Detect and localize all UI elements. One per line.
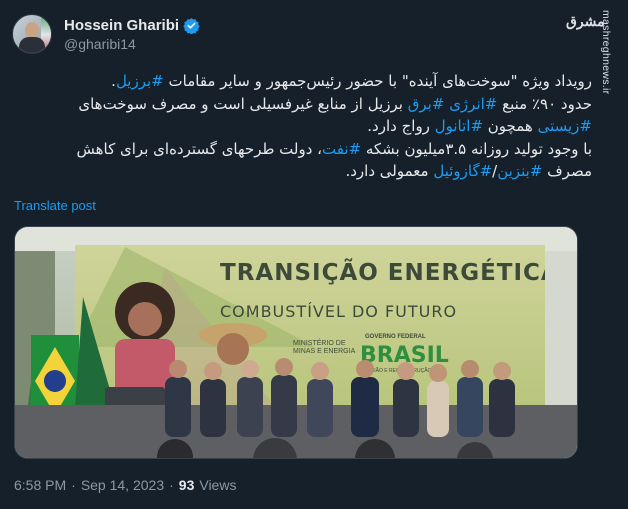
tweet-text-line: مصرف #بنزین/#گازوئیل معمولی دارد. (14, 160, 592, 183)
meta-separator: · (169, 477, 174, 493)
translate-post-link[interactable]: Translate post (14, 198, 96, 213)
tweet-meta: 6:58 PM · Sep 14, 2023 · 93 Views (14, 477, 236, 493)
tweet-text-segment: برزیل از منابع غیرفسیلی است و مصرف سوخت‌… (78, 94, 408, 113)
mashregh-logo: مشرق (566, 14, 605, 30)
verified-badge-icon (183, 17, 200, 34)
author-handle[interactable]: @gharibi14 (64, 36, 200, 52)
hashtag-link[interactable]: #زیستی (538, 117, 592, 135)
tweet-text-segment: مصرف (542, 162, 592, 180)
hashtag-link[interactable]: #انرژی (449, 95, 497, 113)
tweet-text-line: #زیستی همچون #اتانول رواج دارد. (14, 115, 592, 138)
author-names: Hossein Gharibi @gharibi14 (64, 17, 200, 52)
avatar-suit (19, 37, 45, 53)
tweet-text-line: رویداد ویژه "سوخت‌های آینده" با حضور رئی… (14, 70, 592, 93)
post-time[interactable]: 6:58 PM (14, 477, 66, 493)
avatar-face (25, 22, 39, 38)
tweet-text-segment: حدود ۹۰٪ منبع (497, 94, 592, 113)
tweet-text-segment: رواج دارد. (367, 117, 435, 135)
watermark-site-text: mashreghnews.ir (600, 10, 612, 95)
views-count: 93 (178, 477, 195, 493)
author-display-name[interactable]: Hossein Gharibi (64, 17, 179, 34)
tweet-text-line: حدود ۹۰٪ منبع #انرژی #برق برزیل از منابع… (14, 93, 592, 116)
tweet-header: Hossein Gharibi @gharibi14 (12, 12, 200, 56)
author-avatar[interactable] (12, 14, 52, 54)
tweet-text-segment: با وجود تولید روزانه ۳.۵میلیون بشکه (361, 139, 592, 158)
gov-label: GOVERNO FEDERAL (365, 334, 426, 340)
tweet-text-segment: همچون (483, 117, 538, 135)
author-name-row: Hossein Gharibi (64, 17, 200, 34)
event-photo-illustration: TRANSIÇÃO ENERGÉTICA COMBUSTÍVEL DO FUTU… (15, 227, 577, 458)
man-face (217, 333, 249, 365)
banner-title: TRANSIÇÃO ENERGÉTICA (220, 258, 560, 286)
ministry-line1: MINISTÉRIO DE (293, 338, 346, 347)
tweet-text-segment: رویداد ویژه "سوخت‌های آینده" با حضور رئی… (163, 72, 592, 90)
ministry-line2: MINAS E ENERGIA (293, 348, 356, 355)
views-label: Views (199, 477, 237, 493)
hashtag-link[interactable]: #برزیل (116, 72, 164, 90)
post-date[interactable]: Sep 14, 2023 (81, 477, 164, 493)
woman-face (128, 302, 162, 336)
hashtag-link[interactable]: #برق (408, 95, 445, 113)
tweet-text-segment: معمولی دارد. (345, 162, 434, 180)
banner-subtitle: COMBUSTÍVEL DO FUTURO (220, 302, 457, 321)
tweet-text-line: با وجود تولید روزانه ۳.۵میلیون بشکه #نفت… (14, 138, 592, 161)
tweet-text: رویداد ویژه "سوخت‌های آینده" با حضور رئی… (14, 70, 592, 183)
hashtag-link[interactable]: #اتانول (435, 117, 483, 135)
hashtag-link[interactable]: #بنزین (497, 162, 542, 180)
meta-separator: · (71, 477, 76, 493)
hashtag-link[interactable]: #گازوئیل (433, 162, 492, 180)
brazil-flag-globe (44, 370, 66, 392)
hashtag-link[interactable]: #نفت (322, 140, 361, 158)
tweet-photo[interactable]: TRANSIÇÃO ENERGÉTICA COMBUSTÍVEL DO FUTU… (14, 226, 578, 459)
tweet-text-segment: ، دولت طرحهای گسترده‌ای برای کاهش (76, 139, 323, 158)
